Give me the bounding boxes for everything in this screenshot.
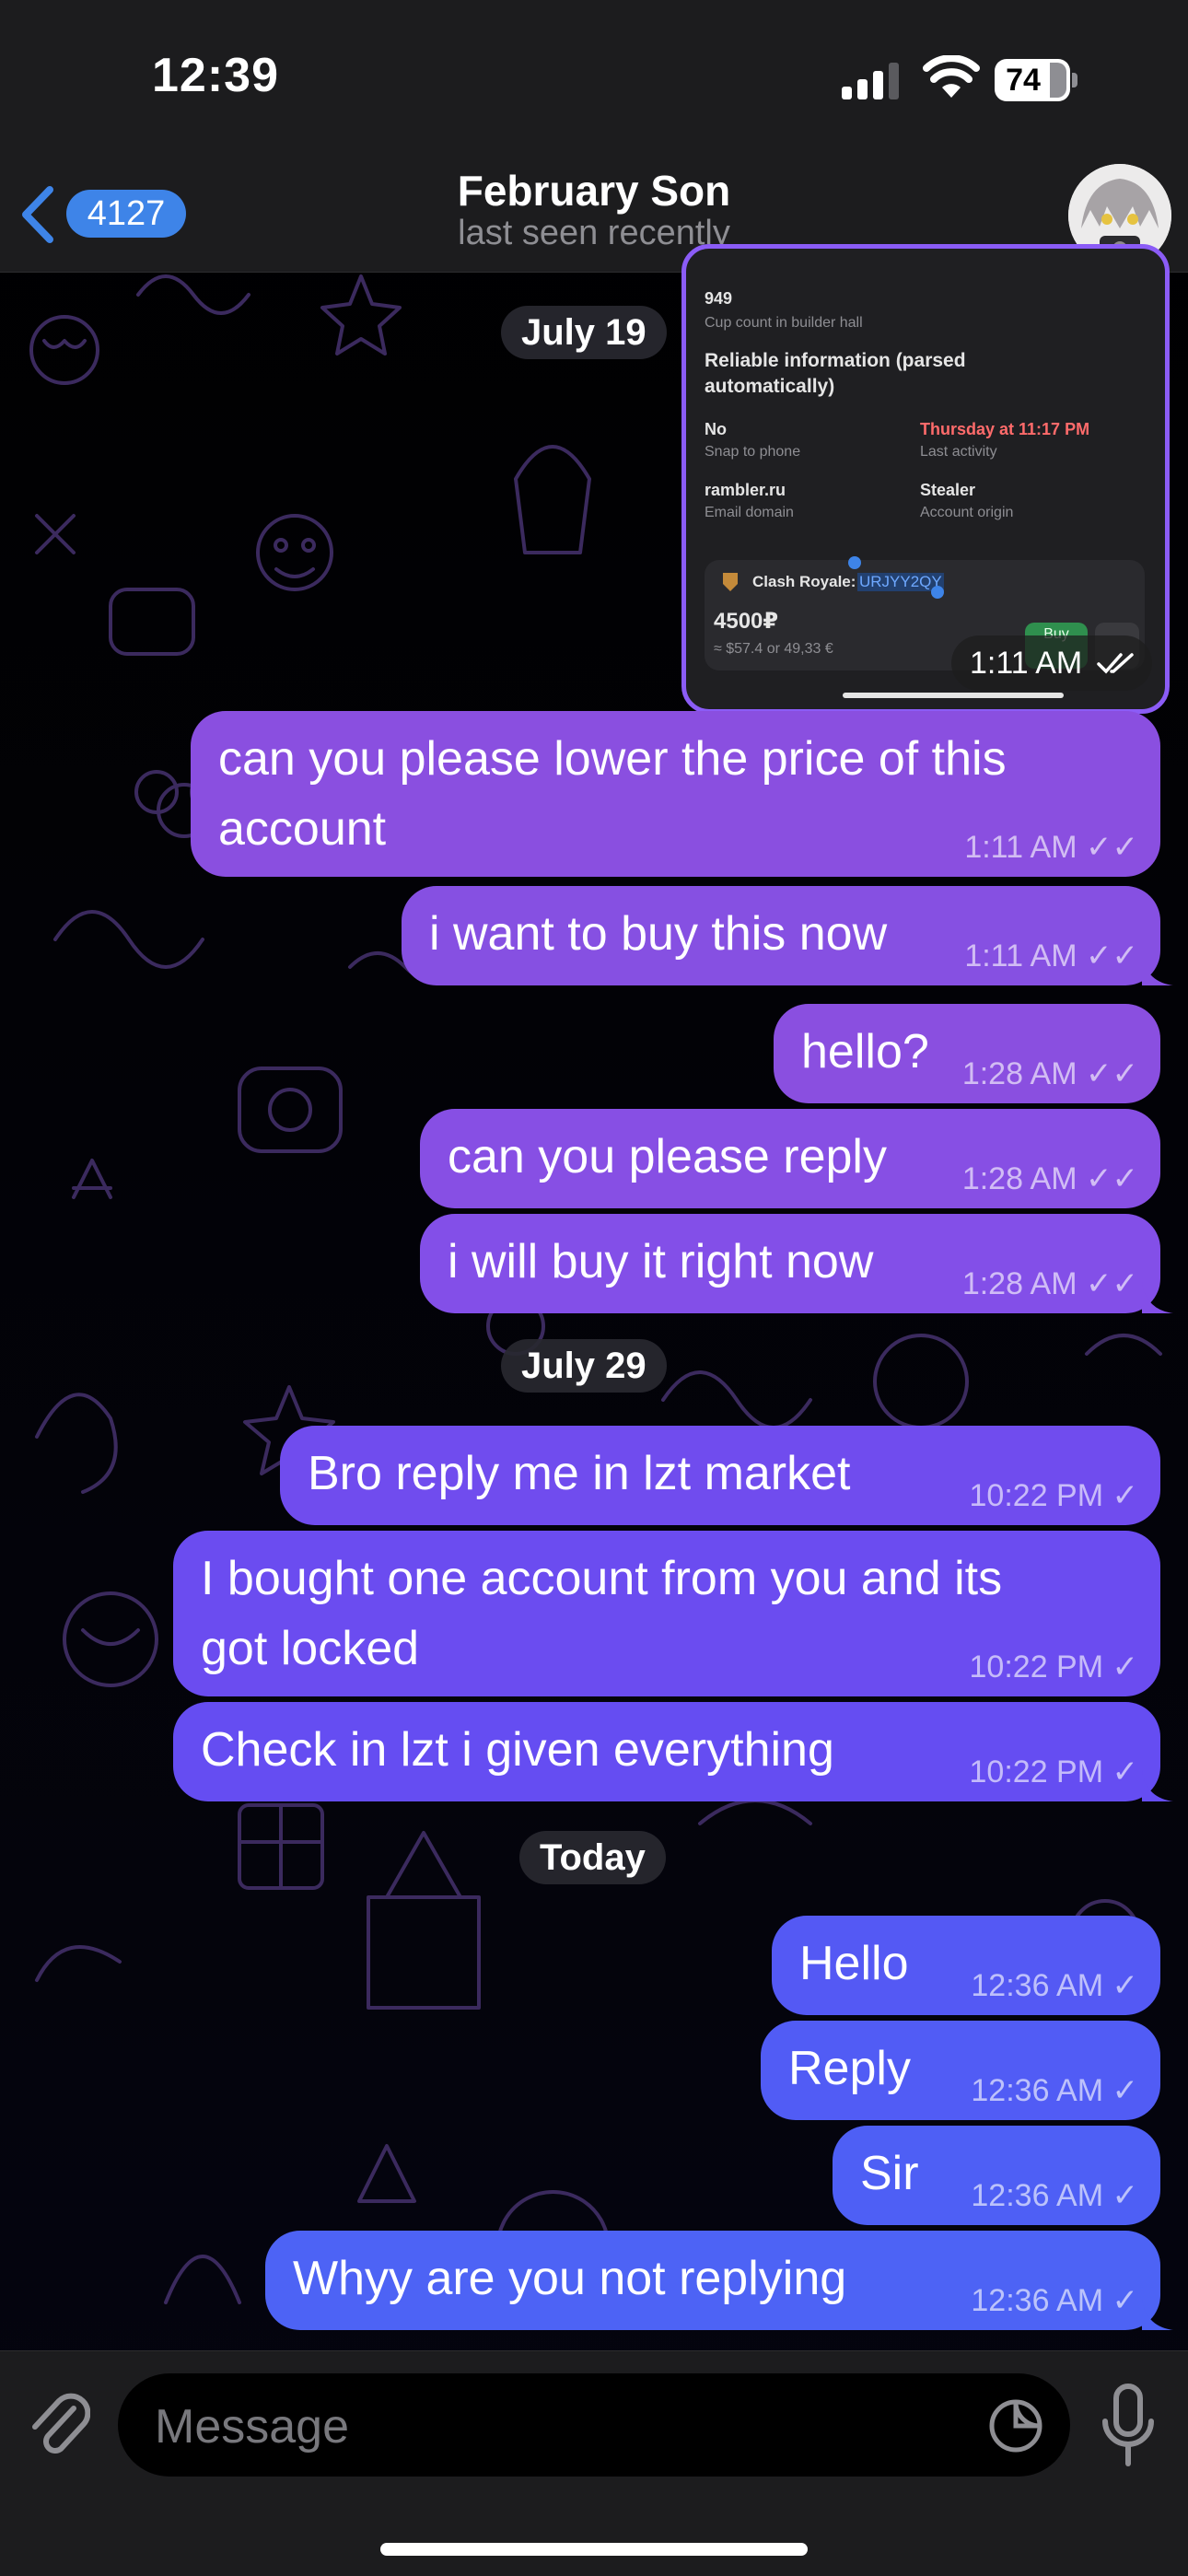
message-text: got locked	[201, 1622, 420, 1675]
selection-handle-end	[931, 586, 944, 599]
message-bubble[interactable]: Hello 12:36 AM ✓	[772, 1916, 1160, 2015]
bubble-tail	[1142, 2299, 1173, 2330]
contact-name[interactable]: February Son	[318, 166, 870, 216]
clash-royale-icon	[723, 573, 738, 591]
message-time: 10:22 PM ✓	[969, 1478, 1139, 1513]
message-bubble[interactable]: Check in lzt i given everything 10:22 PM…	[173, 1702, 1173, 1801]
message-bubble[interactable]: hello? 1:28 AM ✓✓	[774, 1004, 1160, 1103]
message-bubble[interactable]: can you please reply 1:28 AM ✓✓	[420, 1109, 1160, 1208]
double-check-icon: ✓✓	[1086, 938, 1138, 973]
chevron-left-icon	[22, 186, 53, 243]
bubble-tail	[1142, 1282, 1173, 1313]
unread-count-badge: 4127	[66, 190, 186, 238]
cup-value: 949	[705, 289, 733, 308]
message-text: I bought one account from you and its	[201, 1552, 1003, 1605]
media-home-indicator	[843, 693, 1064, 698]
message-text: can you please lower the price of this	[218, 732, 1007, 786]
cellular-signal-icon	[842, 63, 899, 99]
message-bubble[interactable]: I bought one account from you and its go…	[173, 1531, 1160, 1696]
double-check-icon: ✓✓	[1086, 1056, 1138, 1091]
origin-label: Account origin	[920, 505, 1014, 520]
message-bubble[interactable]: Sir 12:36 AM ✓	[833, 2126, 1160, 2225]
double-check-icon	[1097, 653, 1134, 674]
message-bubble[interactable]: Reply 12:36 AM ✓	[761, 2021, 1160, 2120]
check-icon: ✓	[1112, 1968, 1139, 2003]
listing-price-converted: ≈ $57.4 or 49,33 €	[714, 641, 833, 657]
message-text: i want to buy this now	[429, 907, 888, 961]
check-icon: ✓	[1112, 1649, 1139, 1684]
cup-label: Cup count in builder hall	[705, 315, 863, 331]
screenshot-media[interactable]: 949 Cup count in builder hall Reliable i…	[681, 244, 1170, 714]
listing-price: 4500₽	[714, 609, 779, 634]
origin-value: Stealer	[920, 481, 976, 499]
message-bubble[interactable]: Whyy are you not replying 12:36 AM ✓	[265, 2231, 1173, 2330]
message-text: Check in lzt i given everything	[201, 1723, 834, 1777]
message-text: Whyy are you not replying	[293, 2252, 847, 2305]
message-time: 1:28 AM ✓✓	[961, 1056, 1138, 1091]
message-bubble[interactable]: Bro reply me in lzt market 10:22 PM ✓	[280, 1426, 1160, 1525]
game-label: Clash Royale:	[752, 573, 856, 590]
message-bubble[interactable]: i will buy it right now 1:28 AM ✓✓	[420, 1214, 1173, 1313]
double-check-icon: ✓✓	[1086, 1266, 1138, 1301]
attachment-paperclip-icon[interactable]	[26, 2388, 90, 2462]
bubble-tail	[1142, 1770, 1173, 1801]
message-time: 12:36 AM ✓	[971, 1968, 1139, 2003]
message-time: 1:28 AM ✓✓	[961, 1266, 1138, 1301]
message-text: hello?	[801, 1025, 929, 1078]
battery-percent: 74	[1006, 63, 1041, 98]
check-icon: ✓	[1112, 1478, 1139, 1513]
message-text: Hello	[799, 1937, 909, 1990]
message-text: i will buy it right now	[448, 1235, 874, 1288]
sticker-icon[interactable]	[987, 2397, 1044, 2454]
message-time: 12:36 AM ✓	[971, 2073, 1139, 2108]
bubble-tail	[1142, 954, 1173, 985]
activity-value: Thursday at 11:17 PM	[920, 420, 1090, 438]
home-indicator	[380, 2543, 808, 2556]
message-time: 1:28 AM ✓✓	[961, 1161, 1138, 1196]
check-icon: ✓	[1112, 2283, 1139, 2318]
snap-value: No	[705, 420, 727, 438]
email-value: rambler.ru	[705, 481, 786, 499]
message-bubble[interactable]: i want to buy this now 1:11 AM ✓✓	[402, 886, 1173, 985]
message-time: 1:11 AM ✓✓	[964, 830, 1138, 865]
check-icon: ✓	[1112, 1754, 1139, 1789]
double-check-icon: ✓✓	[1086, 1161, 1138, 1196]
snap-label: Snap to phone	[705, 444, 801, 460]
message-text: account	[218, 802, 387, 856]
double-check-icon: ✓✓	[1086, 830, 1138, 865]
section-title: Reliable information (parsed automatical…	[705, 350, 966, 397]
message-placeholder: Message	[155, 2400, 349, 2454]
check-icon: ✓	[1112, 2073, 1139, 2108]
message-time: 12:36 AM ✓	[971, 2283, 1139, 2318]
message-time: 10:22 PM ✓	[969, 1649, 1139, 1684]
date-separator: July 19	[501, 306, 667, 359]
selection-handle-start	[848, 556, 861, 569]
date-separator: Today	[519, 1831, 666, 1884]
check-icon: ✓	[1112, 2178, 1139, 2213]
message-text: Bro reply me in lzt market	[308, 1447, 851, 1500]
battery-icon: 74	[995, 59, 1079, 101]
message-time: 10:22 PM ✓	[969, 1754, 1139, 1789]
message-time: 12:36 AM ✓	[971, 2178, 1139, 2213]
email-label: Email domain	[705, 505, 794, 520]
message-input[interactable]: Message	[118, 2373, 1070, 2477]
microphone-icon[interactable]	[1096, 2381, 1160, 2469]
activity-label: Last activity	[920, 444, 997, 460]
wifi-icon	[923, 55, 980, 98]
message-text: Sir	[860, 2147, 919, 2200]
message-bubble[interactable]: can you please lower the price of this a…	[191, 711, 1160, 877]
message-text: Reply	[788, 2042, 911, 2095]
status-time: 12:39	[152, 49, 279, 102]
back-button[interactable]: 4127	[17, 182, 210, 247]
message-text: can you please reply	[448, 1130, 887, 1183]
date-separator: July 29	[501, 1339, 667, 1393]
message-time: 1:11 AM ✓✓	[964, 938, 1138, 973]
media-timestamp: 1:11 AM	[951, 635, 1152, 691]
message-input-bar: Message	[0, 2350, 1188, 2576]
status-bar: 12:39 74	[0, 0, 1188, 157]
